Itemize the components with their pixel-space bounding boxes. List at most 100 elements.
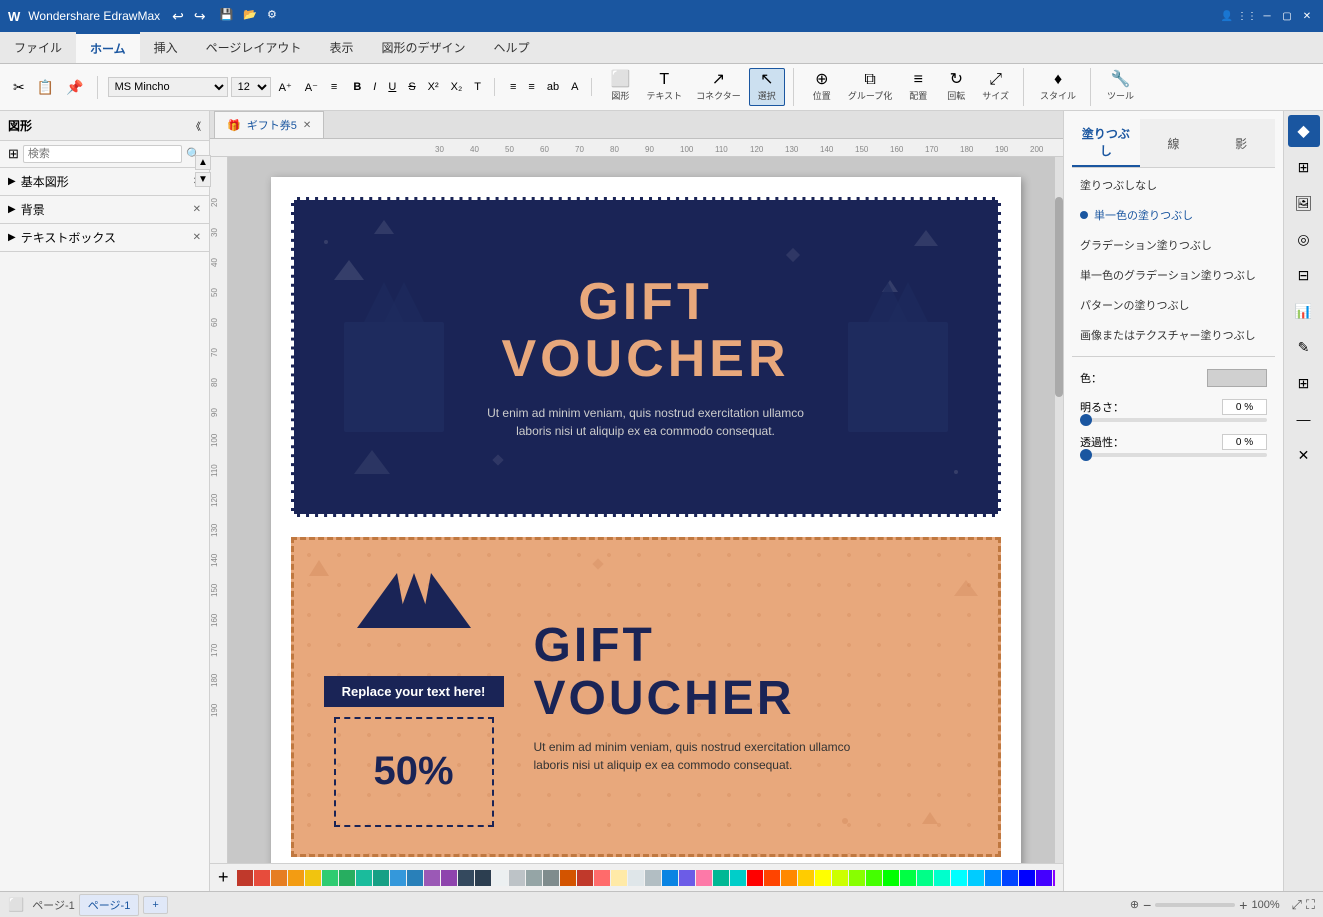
position-button[interactable]: ⊕ 位置 bbox=[804, 68, 840, 106]
redo-button[interactable]: ↪ bbox=[190, 6, 210, 27]
color-chip[interactable] bbox=[1019, 870, 1035, 886]
canvas-container[interactable]: GIFT VOUCHER Ut enim ad minim veniam, qu… bbox=[228, 157, 1063, 863]
rotate-button[interactable]: ↻ 回転 bbox=[938, 68, 974, 106]
color-chip[interactable] bbox=[305, 870, 321, 886]
vertical-scrollbar[interactable] bbox=[1055, 157, 1063, 863]
settings-icon[interactable]: ⚙ bbox=[263, 6, 281, 27]
tools-button[interactable]: 🔧 ツール bbox=[1101, 68, 1140, 106]
font-color-btn2[interactable]: A bbox=[566, 78, 583, 96]
shape-tool-button[interactable]: ⬜ 図形 bbox=[602, 68, 638, 106]
color-chip[interactable] bbox=[543, 870, 559, 886]
align-button[interactable]: ≡ bbox=[326, 78, 342, 96]
color-chip[interactable] bbox=[900, 870, 916, 886]
color-chip[interactable] bbox=[934, 870, 950, 886]
color-chip[interactable] bbox=[764, 870, 780, 886]
color-chip[interactable] bbox=[866, 870, 882, 886]
tab-shadow[interactable]: 影 bbox=[1207, 119, 1275, 167]
fill-icon-button[interactable]: ◆ bbox=[1288, 115, 1320, 147]
font-family-select[interactable]: MS Mincho bbox=[108, 77, 228, 97]
brightness-value[interactable] bbox=[1222, 399, 1267, 415]
scrollbar-thumb[interactable] bbox=[1055, 197, 1063, 397]
fill-pattern-option[interactable]: パターンの塗りつぶし bbox=[1072, 292, 1275, 318]
color-chip[interactable] bbox=[1036, 870, 1052, 886]
color-chip[interactable] bbox=[832, 870, 848, 886]
maximize-button[interactable]: ▢ bbox=[1279, 8, 1295, 24]
edit-icon-button[interactable]: ✎ bbox=[1288, 331, 1320, 363]
add-page-button[interactable]: + bbox=[143, 896, 167, 914]
font-shrink-button[interactable]: A⁻ bbox=[300, 78, 323, 97]
fill-solid-option[interactable]: 単一色の塗りつぶし bbox=[1072, 202, 1275, 228]
underline-button[interactable]: U bbox=[383, 78, 401, 96]
voucher-bottom[interactable]: Replace your text here! 50% GIFT VOUCHER bbox=[291, 537, 1001, 857]
color-chip[interactable] bbox=[611, 870, 627, 886]
color-chip[interactable] bbox=[628, 870, 644, 886]
left-panel-scroll-up[interactable]: ▲ bbox=[195, 155, 211, 170]
account-icon[interactable]: 👤 bbox=[1219, 8, 1235, 24]
text-color-button[interactable]: T bbox=[469, 78, 486, 96]
grid-icon-button[interactable]: ⊞ bbox=[1288, 151, 1320, 183]
background-close-icon[interactable]: ✕ bbox=[193, 204, 201, 215]
color-chip[interactable] bbox=[1053, 870, 1055, 886]
color-chip[interactable] bbox=[237, 870, 253, 886]
size-button[interactable]: ⤢ サイズ bbox=[976, 68, 1015, 106]
color-chip[interactable] bbox=[424, 870, 440, 886]
italic-button[interactable]: I bbox=[368, 78, 381, 96]
more-icon[interactable]: ⋮⋮ bbox=[1239, 8, 1255, 24]
fill-image-option[interactable]: 画像またはテクスチャー塗りつぶし bbox=[1072, 322, 1275, 348]
table-icon-button[interactable]: ⊟ bbox=[1288, 259, 1320, 291]
connect-icon-button[interactable]: ⊞ bbox=[1288, 367, 1320, 399]
cut-button[interactable]: ✂ bbox=[8, 76, 30, 99]
color-chip[interactable] bbox=[407, 870, 423, 886]
save-button[interactable]: 💾 bbox=[216, 6, 238, 27]
style-button[interactable]: ♦ スタイル bbox=[1034, 68, 1082, 106]
tab-page-layout[interactable]: ページレイアウト bbox=[192, 32, 316, 63]
tab-view[interactable]: 表示 bbox=[315, 32, 367, 63]
color-chip[interactable] bbox=[696, 870, 712, 886]
tab-line[interactable]: 線 bbox=[1140, 119, 1208, 167]
canvas-tab-close[interactable]: ✕ bbox=[303, 120, 311, 131]
color-chip[interactable] bbox=[356, 870, 372, 886]
color-chip[interactable] bbox=[492, 870, 508, 886]
color-chip[interactable] bbox=[968, 870, 984, 886]
opacity-value[interactable] bbox=[1222, 434, 1267, 450]
sidebar-item-textbox[interactable]: ▶ テキストボックス ✕ bbox=[0, 224, 209, 252]
color-chip[interactable] bbox=[373, 870, 389, 886]
color-chip[interactable] bbox=[815, 870, 831, 886]
layers-icon-button[interactable]: ◎ bbox=[1288, 223, 1320, 255]
group-button[interactable]: ⧉ グループ化 bbox=[842, 68, 898, 106]
left-panel-collapse-button[interactable]: 《 bbox=[191, 118, 201, 133]
color-chip[interactable] bbox=[339, 870, 355, 886]
cross-icon-button[interactable]: ✕ bbox=[1288, 439, 1320, 471]
tab-help[interactable]: ヘルプ bbox=[479, 32, 543, 63]
chart-icon-button[interactable]: 📊 bbox=[1288, 295, 1320, 327]
undo-button[interactable]: ↩ bbox=[168, 6, 188, 27]
color-chip[interactable] bbox=[849, 870, 865, 886]
color-chip[interactable] bbox=[594, 870, 610, 886]
color-chip[interactable] bbox=[781, 870, 797, 886]
color-chip[interactable] bbox=[985, 870, 1001, 886]
list-button[interactable]: ≡ bbox=[505, 78, 521, 96]
color-chip[interactable] bbox=[951, 870, 967, 886]
bold-button[interactable]: B bbox=[348, 78, 366, 96]
color-chip[interactable] bbox=[730, 870, 746, 886]
color-chip[interactable] bbox=[917, 870, 933, 886]
font-size-select[interactable]: 12 bbox=[231, 77, 271, 97]
zoom-options-icon[interactable]: ⊕ bbox=[1130, 898, 1139, 911]
percent-discount-box[interactable]: 50% bbox=[334, 717, 494, 827]
paste-button[interactable]: 📌 bbox=[61, 76, 88, 99]
canvas-tab-gift5[interactable]: 🎁 ギフト券5 ✕ bbox=[214, 111, 324, 138]
color-chip[interactable] bbox=[271, 870, 287, 886]
tab-insert[interactable]: 挿入 bbox=[140, 32, 192, 63]
format-painter-button[interactable]: ab bbox=[542, 78, 564, 96]
color-chip[interactable] bbox=[560, 870, 576, 886]
image-icon-button[interactable]: 🖼 bbox=[1288, 187, 1320, 219]
sidebar-item-background[interactable]: ▶ 背景 ✕ bbox=[0, 196, 209, 224]
tab-file[interactable]: ファイル bbox=[0, 32, 76, 63]
tab-fill[interactable]: 塗りつぶし bbox=[1072, 119, 1140, 167]
tab-home[interactable]: ホーム bbox=[76, 32, 140, 63]
add-color-button[interactable]: + bbox=[218, 867, 229, 888]
color-chip[interactable] bbox=[662, 870, 678, 886]
minimize-button[interactable]: ─ bbox=[1259, 8, 1275, 24]
textbox-close-icon[interactable]: ✕ bbox=[193, 232, 201, 243]
copy-button[interactable]: 📋 bbox=[32, 76, 59, 99]
